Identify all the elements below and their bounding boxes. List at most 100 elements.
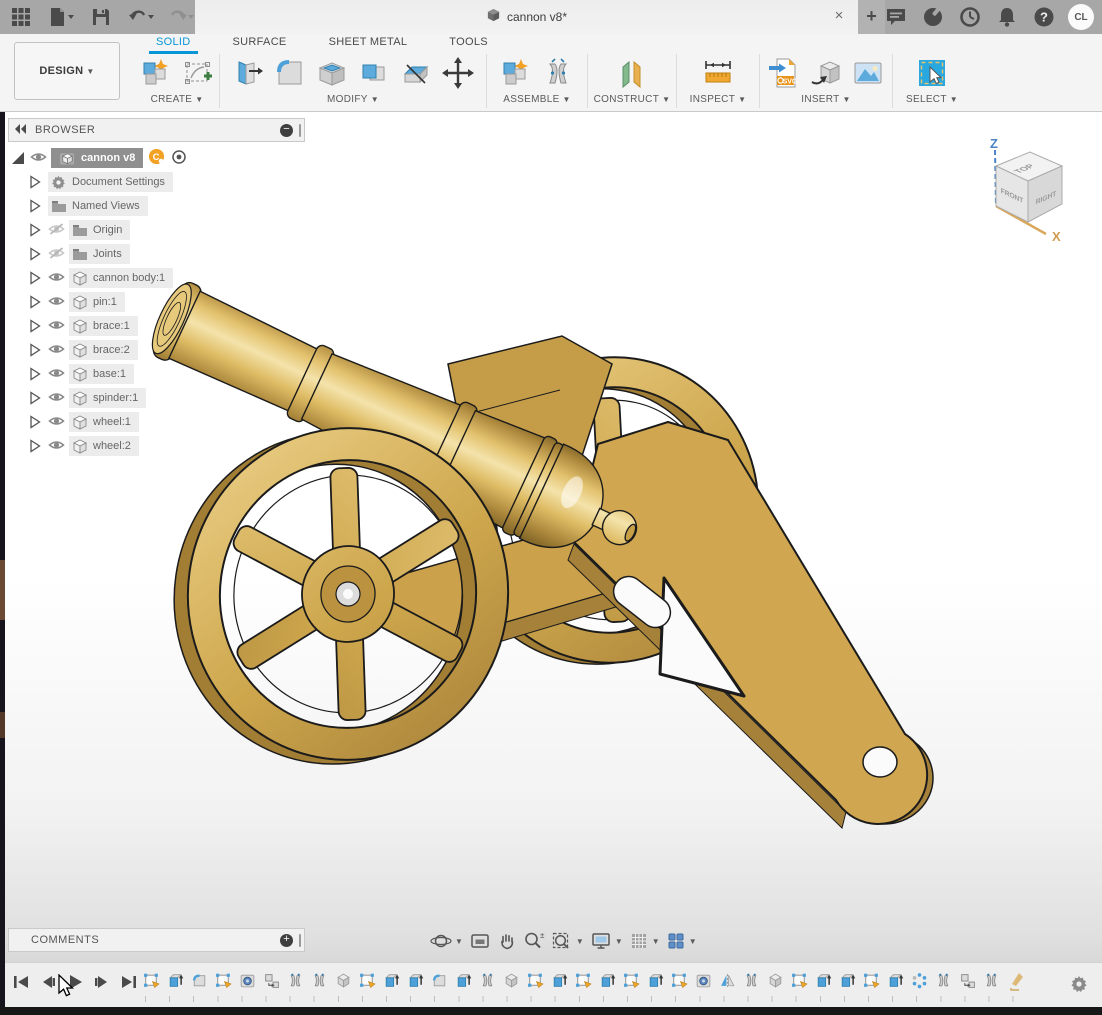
browser-item-origin[interactable]: Origin: [8, 218, 308, 242]
expand-icon[interactable]: [10, 150, 26, 166]
eye-icon[interactable]: [48, 294, 66, 310]
chevron-down-icon[interactable]: ▼: [615, 937, 623, 946]
timeline-feature-sketch-4[interactable]: [211, 969, 235, 991]
browser-item-brace-2[interactable]: brace:2: [8, 338, 308, 362]
eye-icon[interactable]: [48, 414, 66, 430]
expand-icon[interactable]: [28, 342, 44, 358]
item-label[interactable]: Joints: [93, 248, 122, 260]
expand-icon[interactable]: [28, 366, 44, 382]
timeline-feature-hole-5[interactable]: [235, 969, 259, 991]
combine-icon[interactable]: [354, 54, 394, 92]
viewport-canvas[interactable]: BROWSER − cannon v8CDocument SettingsNam…: [0, 112, 1102, 1007]
timeline-feature-circular-pattern-33[interactable]: [907, 969, 931, 991]
close-tab-icon[interactable]: ×: [830, 7, 848, 25]
timeline-feature-extrude-12[interactable]: [403, 969, 427, 991]
hide-panel-icon[interactable]: −: [280, 124, 293, 137]
zoom-icon[interactable]: ±: [523, 931, 545, 951]
display-settings-icon[interactable]: ▼: [590, 931, 623, 951]
timeline-feature-sketch-31[interactable]: [859, 969, 883, 991]
browser-item-brace-1[interactable]: brace:1: [8, 314, 308, 338]
chevron-down-icon[interactable]: ▼: [576, 937, 584, 946]
extensions-icon[interactable]: [920, 4, 946, 30]
timeline-settings-gear-icon[interactable]: [1070, 975, 1088, 998]
timeline-position-pin[interactable]: [1008, 971, 1028, 998]
browser-item-document-settings[interactable]: Document Settings: [8, 170, 308, 194]
expand-icon[interactable]: [28, 390, 44, 406]
eye-icon[interactable]: [48, 366, 66, 382]
group-label-select[interactable]: SELECT▼: [906, 94, 958, 110]
item-label[interactable]: brace:2: [93, 344, 130, 356]
expand-icon[interactable]: [28, 438, 44, 454]
pan-icon[interactable]: [497, 931, 517, 951]
timeline-feature-sketch-28[interactable]: [787, 969, 811, 991]
tab-sheet-metal[interactable]: SHEET METAL: [308, 34, 429, 52]
timeline-feature-joint-26[interactable]: [739, 969, 763, 991]
chevron-down-icon[interactable]: ▼: [652, 937, 660, 946]
browser-item-spinder-1[interactable]: spinder:1: [8, 386, 308, 410]
expand-icon[interactable]: [28, 414, 44, 430]
expand-icon[interactable]: [28, 222, 44, 238]
panel-scrollbar[interactable]: [299, 124, 301, 137]
fit-icon[interactable]: ▼: [551, 931, 584, 951]
comments-panel-header[interactable]: COMMENTS +: [8, 928, 305, 952]
group-label-modify[interactable]: MODIFY▼: [327, 94, 379, 110]
move-icon[interactable]: [438, 54, 478, 92]
timeline-feature-sketch-23[interactable]: [667, 969, 691, 991]
viewports-icon[interactable]: ▼: [666, 931, 697, 951]
timeline-feature-extrude-22[interactable]: [643, 969, 667, 991]
eye-icon[interactable]: [48, 342, 66, 358]
item-label[interactable]: Document Settings: [72, 176, 165, 188]
timeline-feature-fillet-13[interactable]: [427, 969, 451, 991]
browser-item-wheel-1[interactable]: wheel:1: [8, 410, 308, 434]
item-label[interactable]: cannon body:1: [93, 272, 165, 284]
timeline-feature-joint-7[interactable]: [283, 969, 307, 991]
browser-item-pin-1[interactable]: pin:1: [8, 290, 308, 314]
item-label[interactable]: pin:1: [93, 296, 117, 308]
create-solid-icon[interactable]: [136, 54, 176, 92]
timeline-feature-box-16[interactable]: [499, 969, 523, 991]
workspace-selector[interactable]: DESIGN▼: [14, 42, 120, 100]
timeline-feature-component-35[interactable]: [955, 969, 979, 991]
browser-root-row[interactable]: cannon v8C: [8, 146, 308, 170]
group-label-insert[interactable]: INSERT▼: [801, 94, 851, 110]
comments-icon[interactable]: [883, 4, 909, 30]
chevron-down-icon[interactable]: ▼: [455, 937, 463, 946]
view-cube[interactable]: Z X TOP FRONT RIGHT: [968, 134, 1088, 254]
timeline-feature-sketch-17[interactable]: [523, 969, 547, 991]
expand-icon[interactable]: [28, 198, 44, 214]
timeline-feature-joint-15[interactable]: [475, 969, 499, 991]
browser-item-cannon-body-1[interactable]: cannon body:1: [8, 266, 308, 290]
item-label[interactable]: Origin: [93, 224, 122, 236]
measure-icon[interactable]: [698, 54, 738, 92]
timeline-feature-extrude-2[interactable]: [163, 969, 187, 991]
timeline-feature-joint-36[interactable]: [979, 969, 1003, 991]
item-label[interactable]: Named Views: [72, 200, 140, 212]
item-label[interactable]: base:1: [93, 368, 126, 380]
timeline-feature-extrude-14[interactable]: [451, 969, 475, 991]
split-body-icon[interactable]: [396, 54, 436, 92]
expand-comments-icon[interactable]: +: [280, 934, 293, 947]
timeline-feature-extrude-30[interactable]: [835, 969, 859, 991]
create-sketch-icon[interactable]: [178, 54, 218, 92]
timeline-feature-extrude-32[interactable]: [883, 969, 907, 991]
browser-item-wheel-2[interactable]: wheel:2: [8, 434, 308, 458]
eye-icon[interactable]: [48, 438, 66, 454]
undo-icon[interactable]: [128, 4, 154, 30]
joint-icon[interactable]: [538, 54, 578, 92]
timeline-feature-sketch-21[interactable]: [619, 969, 643, 991]
timeline-feature-hole-24[interactable]: [691, 969, 715, 991]
timeline-feature-extrude-18[interactable]: [547, 969, 571, 991]
user-avatar[interactable]: CL: [1068, 4, 1094, 30]
construct-plane-icon[interactable]: [612, 54, 652, 92]
browser-item-joints[interactable]: Joints: [8, 242, 308, 266]
eye-icon[interactable]: [30, 150, 48, 166]
shell-icon[interactable]: [312, 54, 352, 92]
canvas-icon[interactable]: [848, 54, 888, 92]
timeline-feature-extrude-29[interactable]: [811, 969, 835, 991]
expand-icon[interactable]: [28, 174, 44, 190]
expand-icon[interactable]: [28, 246, 44, 262]
fillet-icon[interactable]: [270, 54, 310, 92]
item-label[interactable]: wheel:2: [93, 440, 131, 452]
expand-icon[interactable]: [28, 294, 44, 310]
timeline-feature-component-6[interactable]: [259, 969, 283, 991]
